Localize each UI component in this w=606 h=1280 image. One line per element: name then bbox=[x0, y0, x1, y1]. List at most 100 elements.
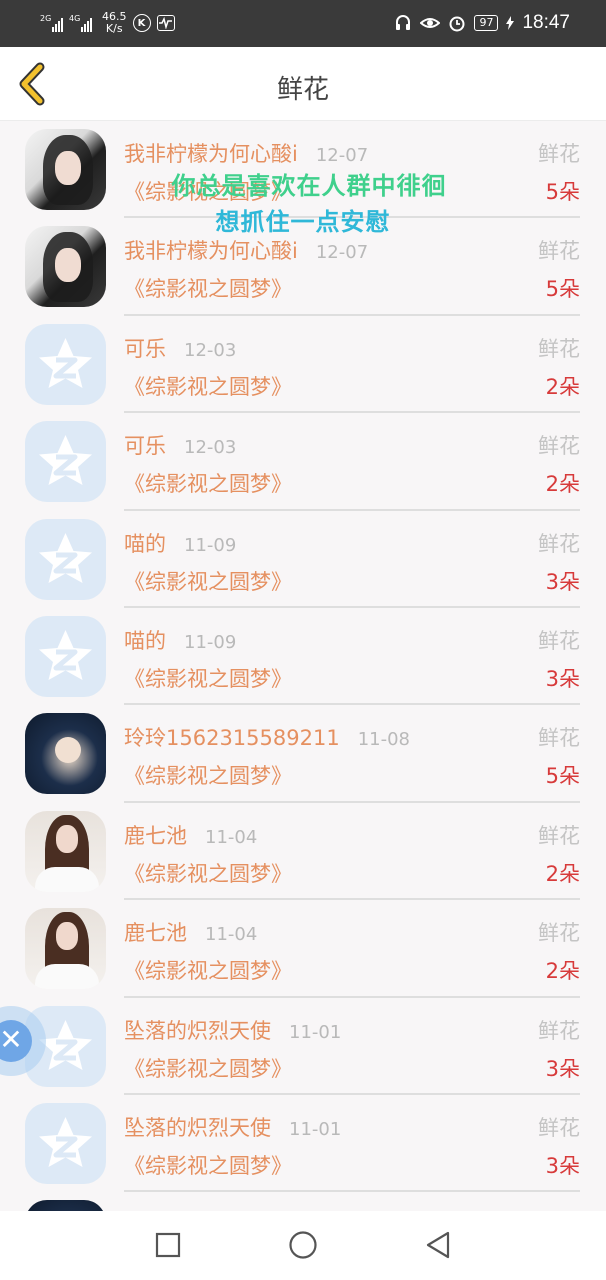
avatar[interactable] bbox=[25, 810, 106, 892]
list-item[interactable]: 可乐 12-03 《综影视之圆梦》 鲜花 2朵 bbox=[0, 413, 606, 511]
list-item[interactable]: 喵的 11-09 《综影视之圆梦》 鲜花 3朵 bbox=[0, 511, 606, 608]
default-avatar-icon bbox=[39, 337, 92, 388]
list-item[interactable]: 坠落的炽烈天使 11-01 《综影视之圆梦》 鲜花 3朵 bbox=[0, 998, 606, 1095]
avatar[interactable] bbox=[25, 908, 106, 990]
book-title[interactable]: 《综影视之圆梦》 bbox=[124, 1150, 292, 1180]
book-title[interactable]: 《综影视之圆梦》 bbox=[124, 468, 292, 498]
gift-count: 5朵 bbox=[545, 277, 580, 302]
network-type-2: 4G bbox=[69, 14, 81, 23]
gift-count: 5朵 bbox=[545, 764, 580, 789]
gift-type: 鲜花 bbox=[538, 1115, 580, 1140]
gift-type: 鲜花 bbox=[538, 1018, 580, 1043]
list-item[interactable]: 可乐 12-03 《综影视之圆梦》 鲜花 2朵 bbox=[0, 316, 606, 414]
default-avatar-icon bbox=[39, 629, 92, 680]
user-name[interactable]: 可乐 12-03 bbox=[124, 333, 236, 363]
system-nav-bar bbox=[0, 1211, 606, 1280]
user-name[interactable]: 可乐 12-03 bbox=[124, 430, 236, 460]
page-title: 鲜花 bbox=[276, 75, 329, 105]
lyric-line-1: 你总是喜欢在人群中徘徊 bbox=[171, 172, 447, 200]
alarm-icon bbox=[449, 16, 465, 32]
list-item[interactable]: 鹿七池 11-04 《综影视之圆梦》 鲜花 2朵 bbox=[0, 803, 606, 901]
user-name[interactable]: 坠落的炽烈天使 11-01 bbox=[124, 1112, 341, 1142]
gift-date: 11-04 bbox=[205, 924, 258, 946]
book-title[interactable]: 《综影视之圆梦》 bbox=[124, 760, 292, 790]
book-title[interactable]: 《综影视之圆梦》 bbox=[124, 663, 292, 693]
book-title[interactable]: 《综影视之圆梦》 bbox=[124, 955, 292, 985]
list-item[interactable]: 坠落的炽烈天使 11-01 《综影视之圆梦》 鲜花 3朵 bbox=[0, 1095, 606, 1193]
close-icon: ✕ bbox=[0, 1020, 32, 1062]
user-name[interactable]: 喵的 11-09 bbox=[124, 528, 236, 558]
square-icon bbox=[155, 1232, 181, 1258]
list-item[interactable]: 玲玲156231558921111-08《综影视之圆梦》鲜花5朵 bbox=[0, 1192, 606, 1211]
book-title[interactable]: 《综影视之圆梦》 bbox=[124, 273, 292, 303]
status-bar: 2G 4G 46.5 K/s K 97 18:47 bbox=[0, 0, 606, 47]
gift-type: 鲜花 bbox=[538, 726, 580, 751]
gift-date: 11-09 bbox=[184, 631, 237, 653]
home-button[interactable] bbox=[287, 1229, 319, 1261]
gift-type: 鲜花 bbox=[538, 921, 580, 946]
gift-count: 3朵 bbox=[545, 1153, 580, 1178]
signal-icon: 2G bbox=[40, 14, 63, 32]
list-item[interactable]: 玲玲156231558921111-08 《综影视之圆梦》 鲜花 5朵 bbox=[0, 705, 606, 803]
triangle-back-icon bbox=[426, 1231, 450, 1259]
gift-date: 12-07 bbox=[315, 145, 369, 166]
flower-gift-list: 我非柠檬为何心酸i 12-07 《综影视之圆梦》 鲜花 5朵 我非柠檬为何心酸i 12-07… bbox=[0, 121, 606, 1211]
avatar[interactable] bbox=[25, 615, 106, 697]
gift-date: 11-01 bbox=[289, 1021, 342, 1043]
user-name[interactable]: 鹿七池 11-04 bbox=[124, 820, 257, 850]
default-avatar-icon bbox=[39, 532, 92, 583]
circle-icon bbox=[289, 1231, 317, 1259]
user-name[interactable]: 坠落的炽烈天使 11-01 bbox=[124, 1015, 341, 1045]
gift-count: 2朵 bbox=[545, 861, 580, 886]
user-name[interactable]: 喵的 11-09 bbox=[124, 625, 236, 655]
gift-type: 鲜花 bbox=[538, 239, 580, 264]
gift-count: 3朵 bbox=[545, 569, 580, 594]
status-left: 2G 4G 46.5 K/s K bbox=[40, 8, 175, 38]
back-nav-button[interactable] bbox=[422, 1229, 454, 1261]
recent-apps-button[interactable] bbox=[152, 1229, 184, 1261]
signal-icon: 4G bbox=[69, 14, 92, 32]
avatar[interactable] bbox=[25, 1102, 106, 1184]
avatar[interactable] bbox=[25, 226, 106, 308]
gift-type: 鲜花 bbox=[538, 823, 580, 848]
user-name[interactable]: 我非柠檬为何心酸i 12-07 bbox=[124, 235, 368, 265]
app-header: 鲜花 bbox=[0, 47, 606, 121]
gift-type: 鲜花 bbox=[538, 142, 580, 166]
avatar[interactable] bbox=[25, 323, 106, 405]
gift-count: 2朵 bbox=[545, 374, 580, 399]
book-title[interactable]: 《综影视之圆梦》 bbox=[124, 566, 292, 596]
gift-count: 3朵 bbox=[545, 1056, 580, 1081]
gift-date: 11-08 bbox=[357, 729, 411, 751]
network-speed: 46.5 K/s bbox=[102, 10, 127, 35]
gift-count: 2朵 bbox=[545, 959, 580, 984]
avatar[interactable] bbox=[25, 1200, 106, 1211]
gift-date: 11-04 bbox=[205, 826, 258, 848]
battery-icon: 97 bbox=[474, 15, 499, 31]
list-item[interactable]: 喵的 11-09 《综影视之圆梦》 鲜花 3朵 bbox=[0, 608, 606, 706]
clock: 18:47 bbox=[522, 12, 570, 33]
book-title[interactable]: 《综影视之圆梦》 bbox=[124, 858, 292, 888]
gift-count: 3朵 bbox=[545, 666, 580, 691]
book-title[interactable]: 《综影视之圆梦》 bbox=[124, 371, 292, 401]
gift-count: 2朵 bbox=[545, 472, 580, 497]
list-item[interactable]: 鹿七池 11-04 《综影视之圆梦》 鲜花 2朵 bbox=[0, 900, 606, 998]
network-type-1: 2G bbox=[40, 14, 52, 23]
activity-icon bbox=[156, 15, 175, 31]
avatar[interactable] bbox=[25, 421, 106, 503]
user-name[interactable]: 玲玲156231558921111-08 bbox=[124, 722, 410, 752]
user-name[interactable]: 我非柠檬为何心酸i 12-07 bbox=[124, 138, 368, 168]
avatar[interactable] bbox=[25, 713, 106, 795]
default-avatar-icon bbox=[39, 435, 92, 486]
gift-type: 鲜花 bbox=[538, 336, 580, 361]
avatar[interactable] bbox=[25, 518, 106, 600]
gift-type: 鲜花 bbox=[538, 628, 580, 653]
default-avatar-icon bbox=[39, 1116, 92, 1167]
user-name[interactable]: 鹿七池 11-04 bbox=[124, 917, 257, 947]
headset-icon bbox=[396, 15, 411, 30]
status-right: 97 18:47 bbox=[394, 8, 570, 38]
gift-type: 鲜花 bbox=[538, 531, 580, 556]
eye-icon bbox=[420, 18, 441, 28]
lyric-line-2: 想抓住一点安慰 bbox=[215, 208, 391, 236]
gift-date: 12-07 bbox=[315, 242, 369, 264]
book-title[interactable]: 《综影视之圆梦》 bbox=[124, 1053, 292, 1083]
